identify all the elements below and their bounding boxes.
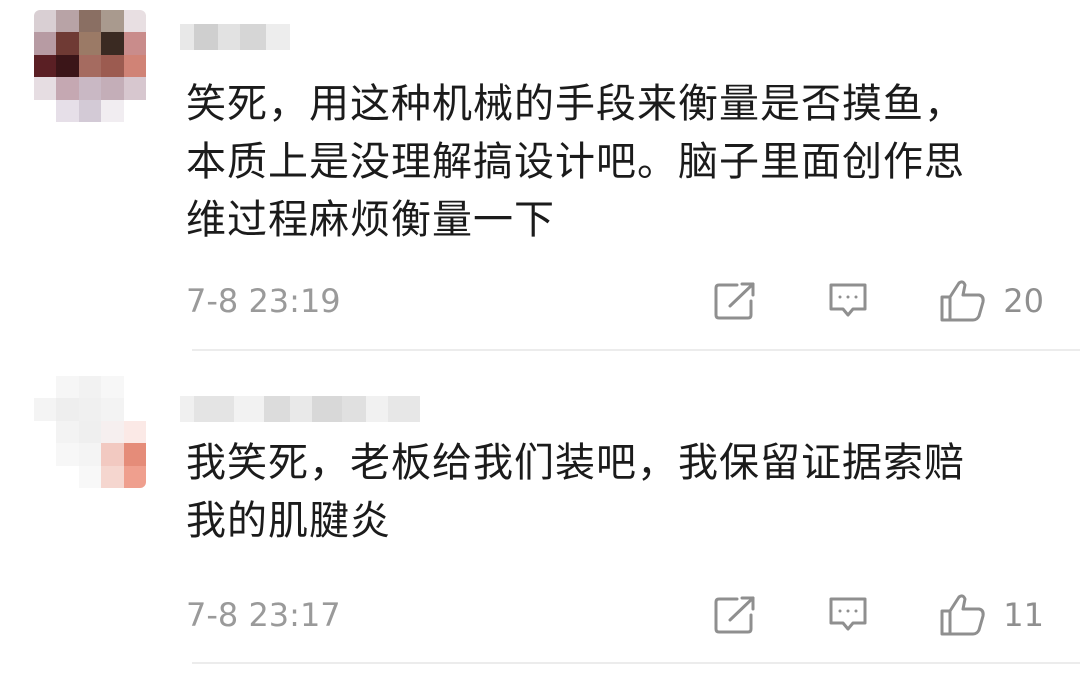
username-blurred[interactable]	[180, 24, 290, 50]
comment-text: 我笑死，老板给我们装吧，我保留证据索赔 我的肌腱炎	[186, 440, 965, 544]
avatar[interactable]	[34, 10, 146, 122]
comment-icon	[827, 281, 869, 321]
share-button[interactable]	[713, 281, 757, 321]
comment-text: 笑死，用这种机械的手段来衡量是否摸鱼， 本质上是没理解搞设计吧。脑子里面创作思 …	[186, 81, 965, 243]
comment-actions: 20	[713, 279, 1044, 323]
like-count: 20	[1003, 282, 1044, 320]
comment-divider	[192, 662, 1080, 664]
like-button[interactable]: 20	[939, 279, 1044, 323]
comment-timestamp: 7-8 23:19	[186, 282, 341, 320]
comment-actions: 11	[713, 593, 1044, 637]
comment-icon	[827, 595, 869, 635]
username-blurred[interactable]	[180, 396, 420, 422]
share-button[interactable]	[713, 595, 757, 635]
comment-item: 我笑死，老板给我们装吧，我保留证据索赔 我的肌腱炎 7-8 23:17 11	[0, 352, 1080, 688]
share-icon	[713, 595, 757, 635]
comment-footer: 7-8 23:17 11	[186, 590, 1044, 640]
comment-footer: 7-8 23:19 20	[186, 276, 1044, 326]
reply-button[interactable]	[827, 281, 869, 321]
comment-timestamp: 7-8 23:17	[186, 596, 341, 634]
share-icon	[713, 281, 757, 321]
like-button[interactable]: 11	[939, 593, 1044, 637]
avatar[interactable]	[34, 376, 146, 488]
comment-item: 笑死，用这种机械的手段来衡量是否摸鱼， 本质上是没理解搞设计吧。脑子里面创作思 …	[0, 0, 1080, 350]
comment-divider	[192, 349, 1080, 351]
like-count: 11	[1003, 596, 1044, 634]
thumbs-up-icon	[939, 279, 987, 323]
thumbs-up-icon	[939, 593, 987, 637]
reply-button[interactable]	[827, 595, 869, 635]
